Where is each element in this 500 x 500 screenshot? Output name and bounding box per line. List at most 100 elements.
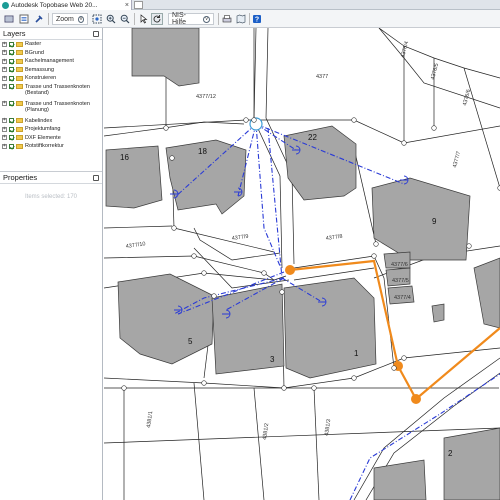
folder-icon bbox=[16, 118, 23, 124]
pointer-icon[interactable] bbox=[137, 13, 149, 25]
layer-checkbox[interactable] bbox=[9, 83, 14, 89]
parcel-label: 4381/3 bbox=[324, 419, 332, 436]
layer-checkbox[interactable] bbox=[9, 75, 14, 81]
nis-help-dropdown[interactable]: NIS-Hilfe v bbox=[168, 12, 214, 26]
layer-label: Bemassung bbox=[25, 66, 55, 73]
properties-title: Properties bbox=[3, 173, 38, 182]
folder-icon bbox=[16, 50, 23, 56]
browser-tab-bar: Autodesk Topobase Web 20... × bbox=[0, 0, 500, 10]
folder-icon bbox=[16, 100, 23, 106]
layer-item[interactable]: + Kachelmanagement bbox=[0, 57, 102, 66]
parcel-label: 4377/4 bbox=[394, 295, 411, 301]
layer-item[interactable]: + DXF Elemente bbox=[0, 134, 102, 143]
layer-item[interactable]: + BGrund bbox=[0, 49, 102, 58]
parcel-label: 4376/6 bbox=[462, 89, 472, 107]
layer-label: BGrund bbox=[25, 49, 44, 56]
folder-icon bbox=[16, 41, 23, 47]
tab-title: Autodesk Topobase Web 20... bbox=[11, 1, 98, 9]
layer-item[interactable]: + Bemassung bbox=[0, 66, 102, 75]
expand-icon[interactable]: + bbox=[2, 50, 7, 56]
expand-icon[interactable]: + bbox=[2, 75, 7, 81]
layer-label: Projektumfang bbox=[25, 126, 61, 133]
layer-label: Trasse und Trassenknoten (Bestand) bbox=[25, 83, 90, 96]
zoom-label: Zoom bbox=[56, 15, 74, 23]
parcel-label: 4377/7 bbox=[452, 151, 462, 169]
layer-item[interactable]: + Trasse und Trassenknoten (Bestand) bbox=[0, 83, 102, 100]
parcel-lines bbox=[104, 28, 500, 500]
folder-icon bbox=[16, 135, 23, 141]
layer-label: DXF Elemente bbox=[25, 134, 61, 141]
house-number: 3 bbox=[270, 355, 275, 364]
map-icon[interactable] bbox=[235, 13, 247, 25]
expand-icon[interactable]: + bbox=[2, 118, 7, 124]
expand-icon[interactable]: + bbox=[2, 126, 7, 132]
tool-icon[interactable] bbox=[33, 13, 45, 25]
parcel-label: 4376/4 bbox=[400, 41, 410, 59]
route-node[interactable] bbox=[411, 394, 421, 404]
new-tab-button[interactable] bbox=[134, 1, 143, 9]
layer-label: Trasse und Trassenknoten (Planung) bbox=[25, 100, 90, 113]
expand-icon[interactable]: + bbox=[2, 100, 7, 106]
house-number: 18 bbox=[198, 147, 207, 156]
expand-icon[interactable]: + bbox=[2, 41, 7, 47]
layer-checkbox[interactable] bbox=[9, 143, 14, 149]
layers-panel: Layers + Raster + BGrund + Kachelmanagement + B… bbox=[0, 28, 102, 169]
layer-item[interactable]: + Rotstiftkorrektur bbox=[0, 142, 102, 151]
layer-label: Raster bbox=[25, 41, 42, 48]
route-node[interactable] bbox=[285, 265, 295, 275]
house-number: 16 bbox=[120, 153, 129, 162]
expand-icon[interactable]: + bbox=[2, 58, 7, 64]
parcel-label: 4377/6 bbox=[391, 262, 408, 268]
layer-item[interactable]: + Kabelindex bbox=[0, 117, 102, 126]
layer-checkbox[interactable] bbox=[9, 126, 14, 132]
house-number: 22 bbox=[308, 133, 317, 142]
chevron-down-icon: v bbox=[203, 15, 210, 23]
map-canvas[interactable]: 4377 4377/12 4376/4 4376/5 4376/6 4377/7… bbox=[104, 28, 500, 500]
parcel-label: 4381/1 bbox=[146, 411, 154, 428]
parcel-label: 4377 bbox=[316, 74, 328, 80]
layers-header: Layers bbox=[0, 28, 102, 40]
parcel-label: 4376/5 bbox=[430, 63, 440, 81]
app-logo-icon bbox=[2, 1, 9, 9]
help-icon[interactable]: ? bbox=[251, 13, 263, 25]
parcel-label: 4377/10 bbox=[125, 241, 146, 250]
browser-tab[interactable]: Autodesk Topobase Web 20... × bbox=[0, 0, 132, 10]
layer-item[interactable]: + Projektumfang bbox=[0, 125, 102, 134]
close-tab-icon[interactable]: × bbox=[125, 2, 129, 9]
pin-icon[interactable] bbox=[93, 174, 99, 181]
layer-checkbox[interactable] bbox=[9, 50, 14, 56]
pin-icon[interactable] bbox=[93, 30, 99, 37]
expand-icon[interactable]: + bbox=[2, 83, 7, 89]
layers-title: Layers bbox=[3, 29, 26, 38]
layer-checkbox[interactable] bbox=[9, 58, 14, 64]
house-number: 1 bbox=[354, 349, 359, 358]
layer-item[interactable]: + Trasse und Trassenknoten (Planung) bbox=[0, 100, 102, 117]
svg-text:?: ? bbox=[255, 17, 259, 24]
zoom-in-icon[interactable] bbox=[105, 13, 117, 25]
map-view[interactable]: 4377 4377/12 4376/4 4376/5 4376/6 4377/7… bbox=[104, 28, 500, 500]
layer-checkbox[interactable] bbox=[9, 100, 14, 106]
folder-icon bbox=[16, 75, 23, 81]
left-panel: Layers + Raster + BGrund + Kachelmanagement + B… bbox=[0, 28, 103, 500]
layer-checkbox[interactable] bbox=[9, 118, 14, 124]
zoom-out-icon[interactable] bbox=[119, 13, 131, 25]
print-icon[interactable] bbox=[221, 13, 233, 25]
expand-icon[interactable]: + bbox=[2, 143, 7, 149]
parcel-label: 4377/12 bbox=[196, 94, 216, 100]
folder-icon bbox=[16, 83, 23, 89]
refresh-icon[interactable] bbox=[151, 13, 163, 25]
layer-checkbox[interactable] bbox=[9, 41, 14, 47]
list-icon[interactable] bbox=[18, 13, 30, 25]
layers-icon[interactable] bbox=[3, 13, 15, 25]
layer-item[interactable]: + Konstruieren bbox=[0, 74, 102, 83]
expand-icon[interactable]: + bbox=[2, 67, 7, 73]
layer-checkbox[interactable] bbox=[9, 135, 14, 141]
parcel-label: 4377/9 bbox=[231, 234, 248, 242]
expand-icon[interactable]: + bbox=[2, 135, 7, 141]
zoom-extent-icon[interactable] bbox=[91, 13, 103, 25]
parcel-label: 4377/5 bbox=[392, 278, 409, 284]
layer-checkbox[interactable] bbox=[9, 67, 14, 73]
main-toolbar: Zoom v NIS-Hilfe v ? bbox=[0, 10, 500, 28]
layer-item[interactable]: + Raster bbox=[0, 40, 102, 49]
zoom-dropdown[interactable]: Zoom v bbox=[52, 13, 88, 25]
